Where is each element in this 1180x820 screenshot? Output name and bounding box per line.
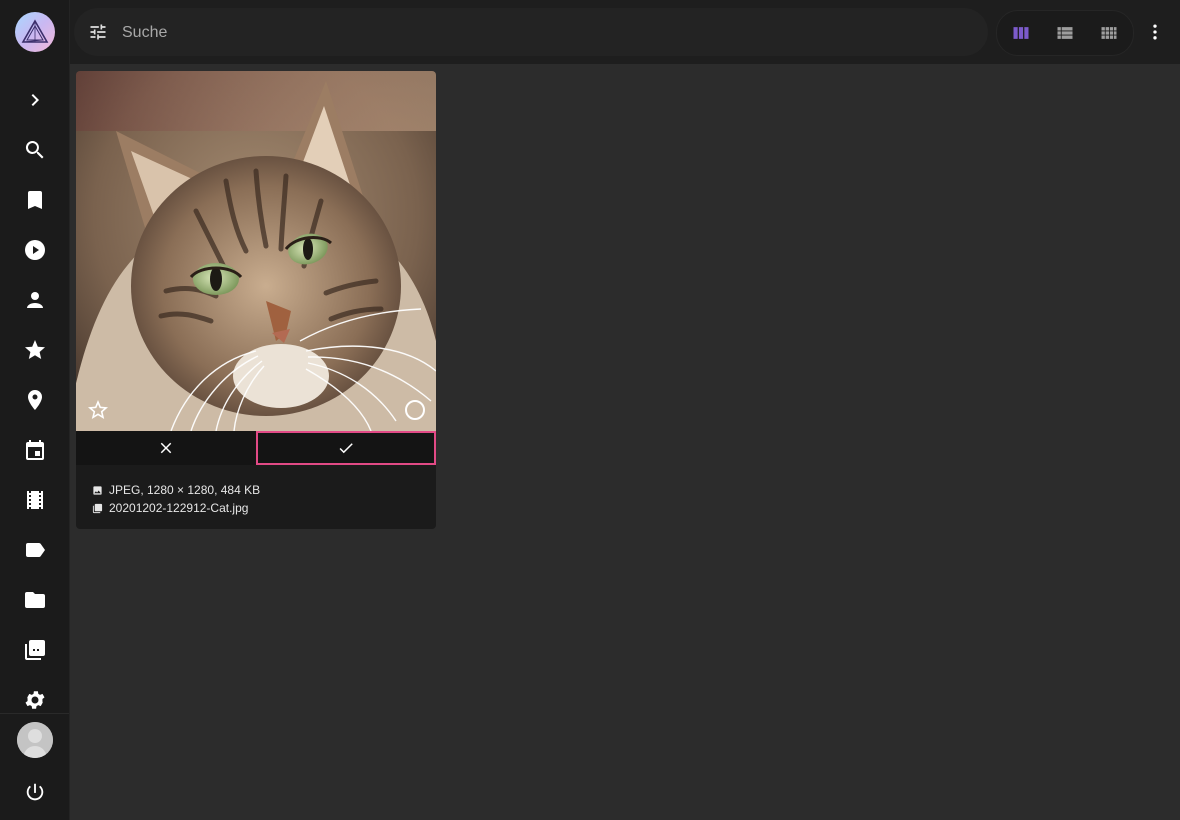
view-column-icon: [1013, 27, 1029, 39]
star-outline-icon: [88, 400, 108, 419]
image-icon: [92, 485, 104, 496]
chevron-right-icon: [31, 94, 39, 106]
play-circle-icon: [24, 240, 45, 260]
check-icon: [339, 443, 353, 454]
logout-button[interactable]: [0, 772, 69, 812]
photo-filename-text: 20201202-122912-Cat.jpg: [109, 501, 249, 515]
photo-metadata: JPEG, 1280 × 1280, 484 KB 20201202-12291…: [92, 481, 260, 517]
sidebar-item-folders[interactable]: [0, 580, 69, 620]
photo-thumbnail[interactable]: [76, 71, 436, 431]
place-icon: [27, 390, 42, 410]
sidebar-item-library[interactable]: [0, 630, 69, 670]
sidebar-expand-button[interactable]: [0, 80, 69, 120]
avatar-silhouette-icon: [17, 722, 53, 758]
filter-settings-icon[interactable]: [88, 22, 108, 42]
sidebar-divider: [0, 713, 69, 714]
sidebar-item-places[interactable]: [0, 380, 69, 420]
sidebar-item-search[interactable]: [0, 130, 69, 170]
circle-outline-icon: [405, 400, 425, 420]
top-toolbar: [70, 0, 1180, 64]
power-icon: [26, 783, 43, 801]
sidebar-item-favorites[interactable]: [0, 330, 69, 370]
photo-info-row: JPEG, 1280 × 1280, 484 KB: [92, 481, 260, 499]
photo-info-text: JPEG, 1280 × 1280, 484 KB: [109, 483, 261, 497]
library-icon: [24, 640, 45, 660]
navigation-sidebar: [0, 0, 70, 820]
approve-button[interactable]: [256, 431, 436, 465]
sidebar-item-settings[interactable]: [0, 680, 69, 720]
folder-icon: [24, 592, 45, 608]
sidebar-item-moments[interactable]: [0, 480, 69, 520]
search-bar: [74, 8, 988, 56]
view-list-button[interactable]: [1043, 11, 1087, 55]
sidebar-item-people[interactable]: [0, 280, 69, 320]
favorite-toggle[interactable]: [86, 398, 110, 422]
sidebar-item-calendar[interactable]: [0, 430, 69, 470]
gear-icon: [25, 691, 44, 709]
person-icon: [26, 292, 43, 308]
sidebar-item-albums[interactable]: [0, 180, 69, 220]
star-icon: [24, 340, 45, 359]
photo-card[interactable]: JPEG, 1280 × 1280, 484 KB 20201202-12291…: [76, 71, 436, 529]
label-icon: [25, 543, 45, 557]
select-toggle[interactable]: [403, 398, 427, 422]
more-options-button[interactable]: [1140, 12, 1170, 52]
sidebar-item-videos[interactable]: [0, 230, 69, 270]
search-input[interactable]: [120, 20, 964, 46]
logo-triangle-icon: [21, 19, 49, 43]
view-list-icon: [1057, 27, 1073, 39]
view-cards-button[interactable]: [999, 11, 1043, 55]
close-icon: [160, 442, 172, 454]
review-actions: [76, 431, 436, 465]
photo-filename-row: 20201202-122912-Cat.jpg: [92, 499, 260, 517]
view-comfy-icon: [1101, 27, 1117, 39]
avatar[interactable]: [17, 722, 53, 758]
view-toggle-group: [996, 10, 1134, 56]
view-mosaic-button[interactable]: [1087, 11, 1131, 55]
reject-button[interactable]: [76, 431, 256, 465]
app-logo[interactable]: [15, 12, 55, 52]
film-icon: [26, 491, 43, 509]
search-icon: [25, 141, 43, 159]
calendar-icon: [25, 440, 44, 460]
more-vertical-icon: [1153, 24, 1157, 40]
bookmark-icon: [27, 191, 42, 209]
file-film-icon: [92, 503, 104, 514]
sidebar-item-labels[interactable]: [0, 530, 69, 570]
